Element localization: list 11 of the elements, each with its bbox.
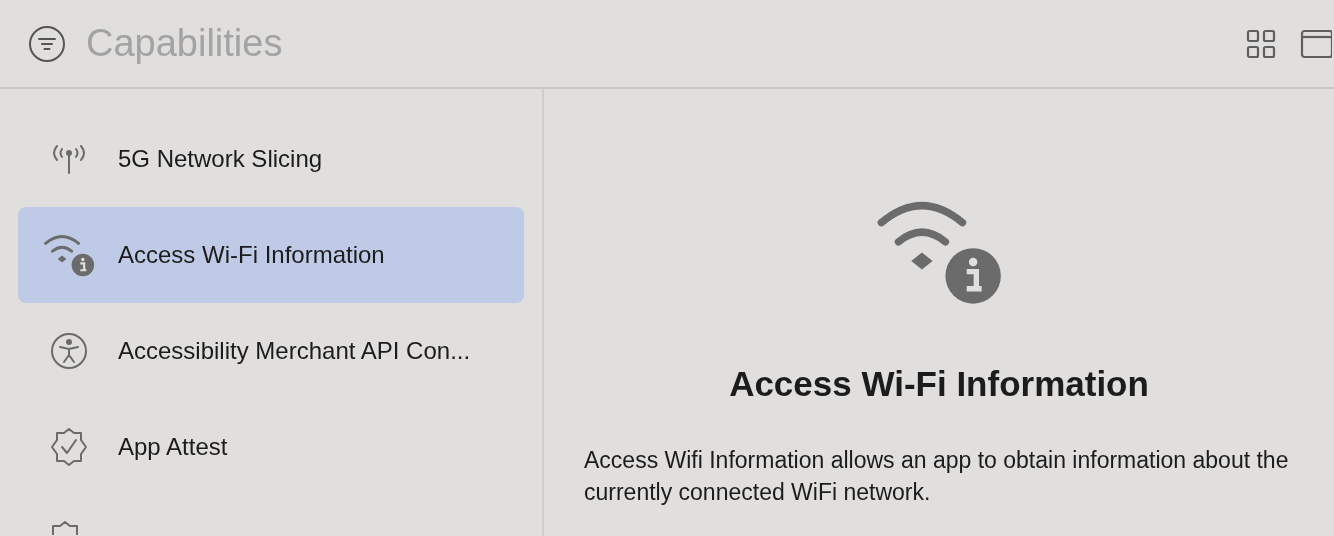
sidebar-item[interactable]: 5G Network Slicing (18, 111, 524, 207)
item-label: 5G Network Slicing (118, 144, 323, 174)
item-label: Access Wi-Fi Information (118, 240, 385, 270)
sidebar-item[interactable]: Access Wi-Fi Information (18, 207, 524, 303)
detail-description: Access Wifi Information allows an app to obtain information about the currently connected WiFi network. (584, 446, 1290, 508)
item-label: App Attest (118, 432, 228, 462)
detail-title: Access Wi-Fi Information (729, 362, 1149, 405)
item-label: Accessibility Merchant API Con... (118, 336, 471, 366)
sidebar-item[interactable]: Accessibility Merchant API Con... (18, 303, 524, 399)
header-title: Capabilities (86, 21, 283, 66)
sidebar-item[interactable]: App Attest (18, 399, 524, 495)
